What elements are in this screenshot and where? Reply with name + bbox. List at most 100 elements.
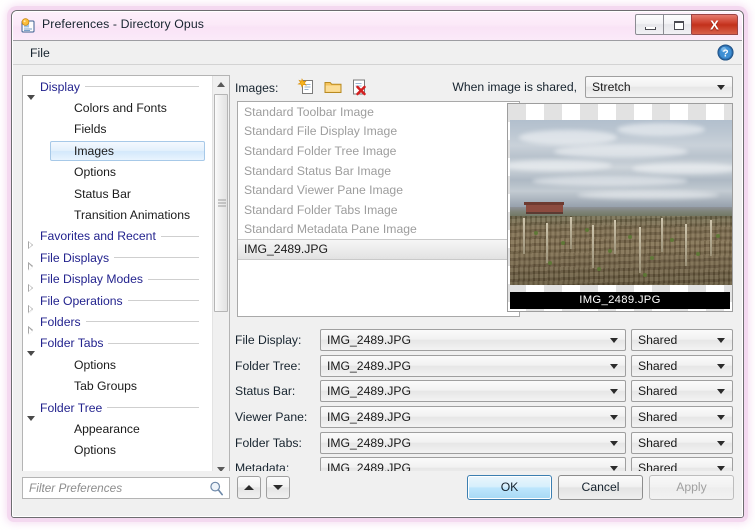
assignment-label: File Display: <box>235 332 302 347</box>
tree-group-file-display-modes[interactable]: File Display Modes <box>23 269 212 293</box>
photo-barn <box>524 202 565 215</box>
chevron-down-icon <box>610 363 618 369</box>
divider <box>85 321 199 323</box>
list-item-selected[interactable]: IMG_2489.JPG <box>238 239 519 260</box>
list-item[interactable]: Standard Folder Tabs Image <box>238 200 519 220</box>
preferences-window: Preferences - Directory Opus X File ? Di… <box>11 10 744 518</box>
folder-tabs-image-select[interactable]: IMG_2489.JPG <box>320 431 626 454</box>
tree-item-options[interactable]: Options <box>23 162 212 183</box>
delete-image-icon[interactable] <box>349 77 369 97</box>
viewer-pane-image-select[interactable]: IMG_2489.JPG <box>320 405 626 428</box>
selected-value: IMG_2489.JPG <box>327 332 411 347</box>
selected-value: IMG_2489.JPG <box>327 384 411 399</box>
nav-up-button[interactable] <box>237 476 261 499</box>
tree-group-folder-tree[interactable]: Folder Tree <box>23 397 212 421</box>
scroll-up-icon[interactable] <box>213 76 229 93</box>
image-preview: IMG_2489.JPG <box>507 103 733 312</box>
folder-tabs-share-select[interactable]: Shared <box>631 431 733 454</box>
maximize-icon <box>674 21 684 30</box>
tree-item-label: Appearance <box>74 421 140 436</box>
minimize-icon <box>645 27 656 30</box>
tree-item-images[interactable]: Images <box>23 140 212 161</box>
folder-tree-share-select[interactable]: Shared <box>631 354 733 377</box>
list-item[interactable]: Standard Folder Tree Image <box>238 141 519 161</box>
tree-item-label: Transition Animations <box>74 208 191 223</box>
chevron-down-icon <box>717 363 725 369</box>
tree-group-file-displays[interactable]: File Displays <box>23 247 212 271</box>
tree-scroll-viewport: Display Colors and Fonts Fields Images O… <box>23 76 212 478</box>
tree-item-label: Options <box>74 357 117 372</box>
folder-icon[interactable] <box>323 77 343 97</box>
list-item[interactable]: Standard Viewer Pane Image <box>238 180 519 200</box>
filter-preferences-input[interactable]: Filter Preferences <box>22 477 230 499</box>
tree-item-label: Status Bar <box>74 186 131 201</box>
maximize-button[interactable] <box>663 14 692 35</box>
divider <box>147 278 199 280</box>
tree-group-file-operations[interactable]: File Operations <box>23 290 212 314</box>
nav-up-icon <box>244 485 254 490</box>
photo-soil-texture <box>510 215 732 285</box>
tree-group-display[interactable]: Display <box>23 76 212 100</box>
divider <box>84 86 199 88</box>
tree-item-fields[interactable]: Fields <box>23 119 212 140</box>
images-settings-panel: Images: Standard Toolbar Image Standard … <box>235 75 733 480</box>
list-item[interactable]: Standard Status Bar Image <box>238 161 519 181</box>
cancel-button[interactable]: Cancel <box>558 475 643 500</box>
chevron-down-icon <box>610 440 618 446</box>
tree-group-label: Folder Tree <box>40 400 103 415</box>
shared-mode-select[interactable]: Stretch <box>585 76 733 98</box>
tree-item-colors-and-fonts[interactable]: Colors and Fonts <box>23 97 212 118</box>
tree-scrollbar[interactable] <box>212 76 229 478</box>
tree-group-label: Display <box>40 79 80 94</box>
tree-item-folder-tree-options[interactable]: Options <box>23 440 212 461</box>
selected-value: Shared <box>638 409 678 424</box>
window-controls: X <box>635 14 738 35</box>
tree-item-label: Options <box>74 165 117 180</box>
status-bar-share-select[interactable]: Shared <box>631 380 733 403</box>
title-bar[interactable]: Preferences - Directory Opus X <box>13 12 742 41</box>
assignment-row-folder-tabs: Folder Tabs: IMG_2489.JPG Shared <box>235 430 733 456</box>
window-title: Preferences - Directory Opus <box>42 17 205 31</box>
close-icon: X <box>710 17 719 32</box>
photo-cloud <box>518 129 617 145</box>
nav-down-button[interactable] <box>266 476 290 499</box>
tree-group-folder-tabs[interactable]: Folder Tabs <box>23 333 212 357</box>
assignment-row-file-display: File Display: IMG_2489.JPG Shared <box>235 327 733 353</box>
assignment-label: Folder Tabs: <box>235 435 302 450</box>
tree-item-label: Tab Groups <box>74 379 138 394</box>
ok-button[interactable]: OK <box>467 475 552 500</box>
folder-tree-image-select[interactable]: IMG_2489.JPG <box>320 354 626 377</box>
tree-item-folder-tabs-options[interactable]: Options <box>23 354 212 375</box>
search-icon[interactable] <box>208 480 225 497</box>
menu-item-file[interactable]: File <box>24 44 56 62</box>
help-icon[interactable]: ? <box>717 44 734 61</box>
file-display-share-select[interactable]: Shared <box>631 328 733 351</box>
images-list[interactable]: Standard Toolbar Image Standard File Dis… <box>237 101 520 317</box>
tree-group-favorites-and-recent[interactable]: Favorites and Recent <box>23 226 212 250</box>
close-button[interactable]: X <box>691 14 738 35</box>
tree-item-appearance[interactable]: Appearance <box>23 418 212 439</box>
apply-button[interactable]: Apply <box>649 475 734 500</box>
minimize-button[interactable] <box>635 14 664 35</box>
list-item[interactable]: Standard Metadata Pane Image <box>238 220 519 240</box>
image-assignments: File Display: IMG_2489.JPG Shared Folder… <box>235 327 733 481</box>
chevron-down-icon <box>610 414 618 420</box>
list-item[interactable]: Standard File Display Image <box>238 122 519 142</box>
new-image-icon[interactable] <box>297 77 317 97</box>
scrollbar-thumb[interactable] <box>214 94 228 312</box>
preferences-tree[interactable]: Display Colors and Fonts Fields Images O… <box>22 75 230 479</box>
selected-value: IMG_2489.JPG <box>327 409 411 424</box>
chevron-down-icon <box>610 389 618 395</box>
tree-item-transition-animations[interactable]: Transition Animations <box>23 204 212 225</box>
scrollbar-grip-icon <box>218 199 226 207</box>
tree-item-tab-groups[interactable]: Tab Groups <box>23 375 212 396</box>
status-bar-image-select[interactable]: IMG_2489.JPG <box>320 380 626 403</box>
selected-value: IMG_2489.JPG <box>327 358 411 373</box>
assignment-label: Folder Tree: <box>235 358 301 373</box>
file-display-image-select[interactable]: IMG_2489.JPG <box>320 328 626 351</box>
list-item[interactable]: Standard Toolbar Image <box>238 102 519 122</box>
viewer-pane-share-select[interactable]: Shared <box>631 405 733 428</box>
tree-group-folders[interactable]: Folders <box>23 311 212 335</box>
tree-group-label: Folder Tabs <box>40 336 104 351</box>
tree-item-status-bar[interactable]: Status Bar <box>23 183 212 204</box>
